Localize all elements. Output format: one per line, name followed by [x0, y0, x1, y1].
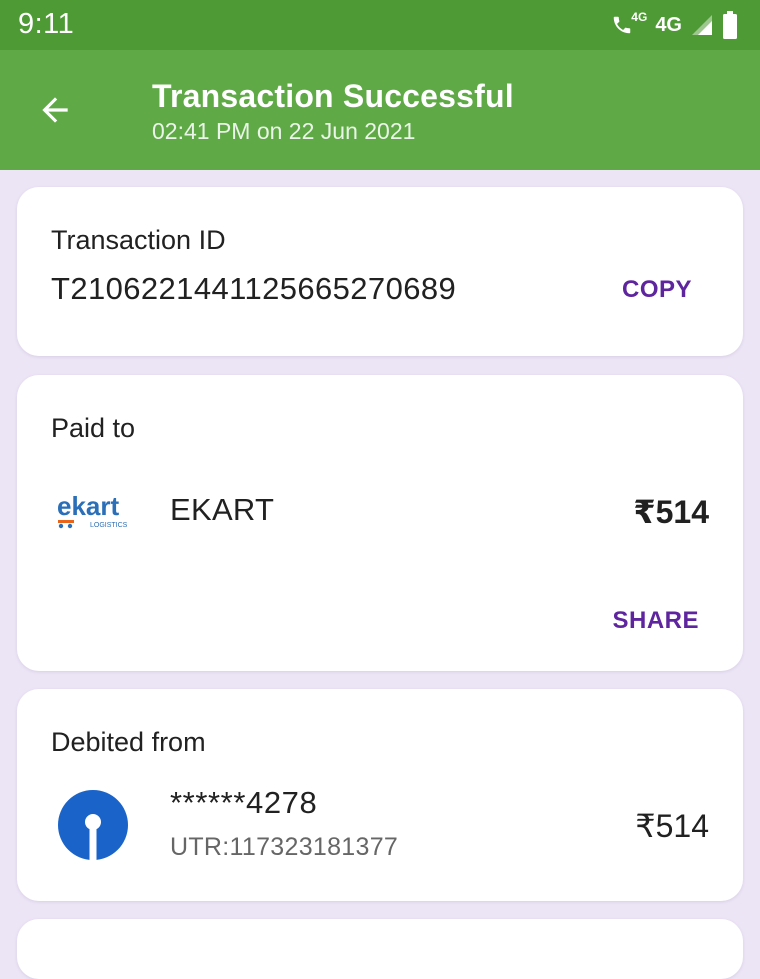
- paid-amount: ₹514: [633, 494, 709, 530]
- transaction-datetime: 02:41 PM on 22 Jun 2021: [152, 118, 416, 144]
- network-type: 4G: [655, 13, 682, 36]
- page-title: Transaction Successful: [152, 78, 514, 114]
- paid-to-heading: Paid to: [51, 413, 136, 443]
- app-bar: Transaction Successful 02:41 PM on 22 Ju…: [0, 50, 760, 170]
- paid-to-card: Paid to ekart LOGISTICS EKART ₹514 SHARE: [17, 375, 743, 671]
- ekart-logo-text: ekart: [57, 491, 119, 521]
- transaction-id-heading: Transaction ID: [51, 225, 226, 255]
- status-bar: 9:11 4G 4G: [0, 0, 760, 50]
- share-button[interactable]: SHARE: [612, 607, 699, 635]
- bank-logo-icon: [57, 789, 129, 861]
- merchant-name: EKART: [170, 492, 275, 527]
- signal-icon: [692, 15, 712, 35]
- debited-amount: ₹514: [635, 808, 709, 844]
- masked-account-number: ******4278: [170, 785, 318, 820]
- next-card: [17, 919, 743, 979]
- back-button[interactable]: [30, 85, 80, 135]
- transaction-id-card: Transaction ID T2106221441125665270689 C…: [17, 187, 743, 356]
- utr-number: UTR:117323181377: [170, 833, 399, 861]
- copy-button[interactable]: COPY: [622, 276, 692, 304]
- debited-from-heading: Debited from: [51, 727, 206, 757]
- phone-icon: [614, 16, 631, 34]
- arrow-back-icon: [42, 97, 68, 123]
- ekart-logo-subtext: LOGISTICS: [90, 522, 128, 529]
- transaction-id-value: T2106221441125665270689: [51, 271, 457, 306]
- volte-call-icon: 4G: [611, 10, 647, 36]
- volte-label: 4G: [631, 10, 648, 24]
- debited-from-card: Debited from ******4278 UTR:117323181377…: [17, 689, 743, 901]
- ekart-logo: ekart LOGISTICS: [57, 491, 129, 531]
- status-time: 9:11: [18, 8, 75, 40]
- status-icons: 4G 4G: [611, 10, 738, 40]
- battery-icon: [723, 11, 737, 39]
